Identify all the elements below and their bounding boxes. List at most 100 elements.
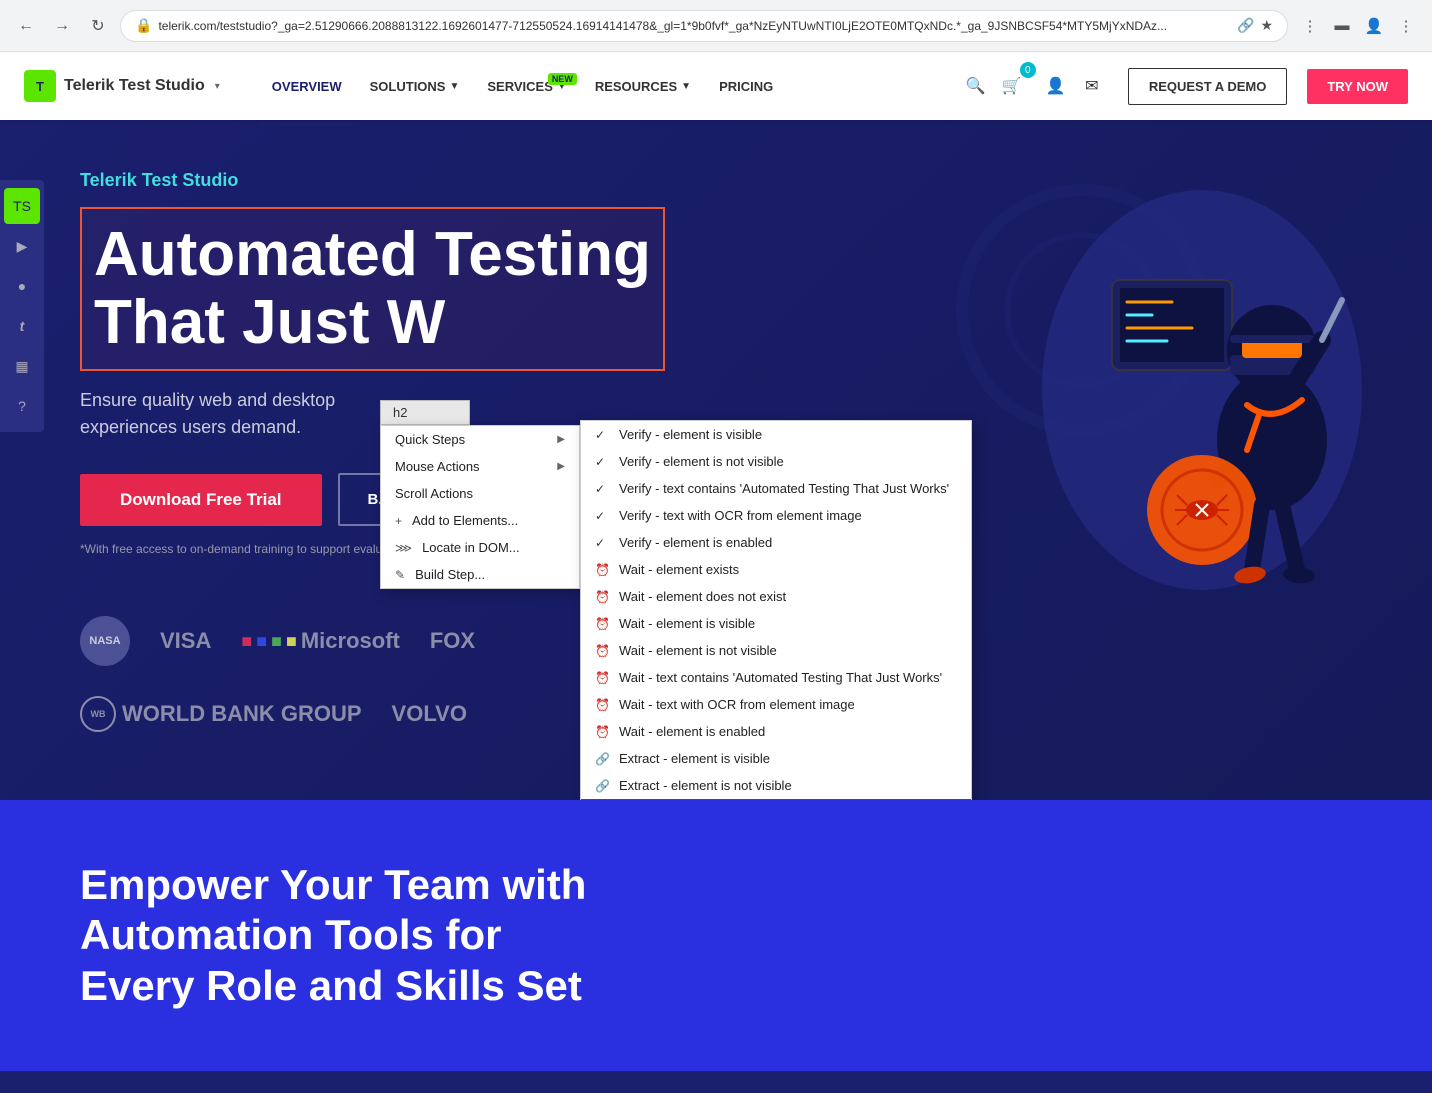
sidebar-tool-dot[interactable]: ● [4,268,40,304]
forward-button[interactable]: → [48,12,76,40]
visa-logo: VISA [160,628,211,654]
sub-verify-enabled[interactable]: ✓ Verify - element is enabled [581,529,971,556]
sidebar-tool-record[interactable]: ▶ [4,228,40,264]
sub-wait-visible[interactable]: ⏰ Wait - element is visible [581,610,971,637]
logo-text: Telerik Test Studio [64,77,205,95]
sub-verify-visible-label: Verify - element is visible [619,427,762,442]
nav-link-pricing[interactable]: PRICING [707,71,785,102]
context-menu-overlay: h2 Quick Steps ▶ Mouse Actions ▶ Scroll … [380,400,580,589]
ctx-add-to-elements[interactable]: + Add to Elements... [381,507,579,534]
account-button[interactable]: 👤 [1040,70,1072,102]
nav-link-overview-label: OVERVIEW [272,79,342,94]
browser-more-btn[interactable]: ⋮ [1392,12,1420,40]
sub-wait-not-exist-label: Wait - element does not exist [619,589,786,604]
check-icon: ✓ [595,428,611,442]
hero-heading-box: Automated Testing That Just W [80,207,665,371]
sub-wait-text-ocr[interactable]: ⏰ Wait - text with OCR from element imag… [581,691,971,718]
nav-link-resources[interactable]: RESOURCES ▼ [583,71,703,102]
ctx-mouse-actions-arrow: ▶ [557,461,565,472]
hero-section: TS ▶ ● t ▦ ? Telerik Test Studio A [0,120,1432,800]
check-icon: ✓ [595,455,611,469]
fox-logo: FOX [430,628,475,654]
sub-wait-text-contains-label: Wait - text contains 'Automated Testing … [619,670,942,685]
cart-badge: 0 [1020,62,1036,78]
clock-icon: ⏰ [595,698,611,712]
address-bar[interactable]: 🔒 telerik.com/teststudio?_ga=2.51290666.… [120,10,1288,42]
browser-profile-btn[interactable]: 👤 [1360,12,1388,40]
sub-extract-not-visible[interactable]: 🔗 Extract - element is not visible [581,772,971,799]
search-button[interactable]: 🔍 [960,70,992,102]
nav-icons: 🔍 🛒 0 👤 ✉ [960,70,1108,102]
sub-verify-not-visible[interactable]: ✓ Verify - element is not visible [581,448,971,475]
sub-wait-not-visible[interactable]: ⏰ Wait - element is not visible [581,637,971,664]
browser-extensions-btn[interactable]: ▬ [1328,12,1356,40]
browser-menu-btn[interactable]: ⋮ [1296,12,1324,40]
clock-icon: ⏰ [595,617,611,631]
sub-verify-text-ocr[interactable]: ✓ Verify - text with OCR from element im… [581,502,971,529]
context-menu: Quick Steps ▶ Mouse Actions ▶ Scroll Act… [380,425,580,589]
url-text: telerik.com/teststudio?_ga=2.51290666.20… [158,19,1231,33]
ctx-build-step-label: Build Step... [415,567,485,582]
nav-link-solutions-label: SOLUTIONS [370,79,446,94]
nav-link-pricing-label: PRICING [719,79,773,94]
nav-link-services[interactable]: SERVICES ▼ NEW [475,71,578,102]
check-icon: ✓ [595,509,611,523]
clock-icon: ⏰ [595,563,611,577]
worldbank-logo: WB WORLD BANK GROUP [80,696,362,732]
microsoft-logo: ■■■■ Microsoft [241,628,400,654]
sub-verify-text-contains[interactable]: ✓ Verify - text contains 'Automated Test… [581,475,971,502]
logo-dropdown-arrow: ▾ [215,81,220,92]
ctx-quick-steps-arrow: ▶ [557,434,565,445]
ctx-build-step[interactable]: ✎ Build Step... [381,561,579,588]
nav-logo[interactable]: T Telerik Test Studio ▾ [24,70,220,102]
nav-link-overview[interactable]: OVERVIEW [260,71,354,102]
sub-wait-text-contains[interactable]: ⏰ Wait - text contains 'Automated Testin… [581,664,971,691]
sub-wait-not-exist[interactable]: ⏰ Wait - element does not exist [581,583,971,610]
clock-icon: ⏰ [595,644,611,658]
sub-wait-visible-label: Wait - element is visible [619,616,755,631]
sidebar-tool-help[interactable]: ? [4,388,40,424]
nav-bar: T Telerik Test Studio ▾ OVERVIEW SOLUTIO… [0,52,1432,120]
sub-wait-enabled[interactable]: ⏰ Wait - element is enabled [581,718,971,745]
text-icon: t [20,318,25,334]
ninja-illustration [952,140,1372,640]
sub-extract-visible[interactable]: 🔗 Extract - element is visible [581,745,971,772]
help-icon: ? [18,398,26,414]
ctx-quick-steps[interactable]: Quick Steps ▶ [381,426,579,453]
bottom-heading: Empower Your Team with Automation Tools … [80,860,780,1011]
sub-wait-enabled-label: Wait - element is enabled [619,724,765,739]
mail-button[interactable]: ✉ [1076,70,1108,102]
context-menu-element-label: h2 [380,400,470,425]
sidebar-tool-grid[interactable]: ▦ [4,348,40,384]
bottom-heading-line1: Empower Your Team with Automation Tools … [80,861,586,958]
clock-icon: ⏰ [595,671,611,685]
request-demo-button[interactable]: REQUEST A DEMO [1128,68,1288,105]
sub-wait-exists-label: Wait - element exists [619,562,739,577]
grid-icon: ▦ [15,358,28,375]
clock-icon: ⏰ [595,590,611,604]
sidebar-tool-text[interactable]: t [4,308,40,344]
sub-wait-exists[interactable]: ⏰ Wait - element exists [581,556,971,583]
sub-wait-not-visible-label: Wait - element is not visible [619,643,777,658]
bottom-section: Empower Your Team with Automation Tools … [0,800,1432,1071]
ctx-mouse-actions[interactable]: Mouse Actions ▶ [381,453,579,480]
ctx-quick-steps-label: Quick Steps [395,432,465,447]
sidebar-tool-ts[interactable]: TS [4,188,40,224]
sidebar-tool-panel: TS ▶ ● t ▦ ? [0,180,44,432]
sub-verify-text-contains-label: Verify - text contains 'Automated Testin… [619,481,949,496]
back-button[interactable]: ← [12,12,40,40]
clock-icon: ⏰ [595,725,611,739]
ctx-locate-in-dom[interactable]: ⋙ Locate in DOM... [381,534,579,561]
ctx-scroll-actions[interactable]: Scroll Actions [381,480,579,507]
sub-extract-text-contains[interactable]: 🔗 Extract - text contains 'Automated Tes… [581,799,971,800]
refresh-button[interactable]: ↻ [84,12,112,40]
sub-verify-visible[interactable]: ✓ Verify - element is visible [581,421,971,448]
download-free-trial-button[interactable]: Download Free Trial [80,474,322,526]
nav-link-solutions[interactable]: SOLUTIONS ▼ [358,71,472,102]
volvo-logo: VOLVO [392,701,467,727]
ctx-scroll-actions-label: Scroll Actions [395,486,473,501]
nav-link-resources-label: RESOURCES [595,79,677,94]
check-icon: ✓ [595,482,611,496]
try-now-button[interactable]: TRY NOW [1307,69,1408,104]
sub-extract-not-visible-label: Extract - element is not visible [619,778,792,793]
